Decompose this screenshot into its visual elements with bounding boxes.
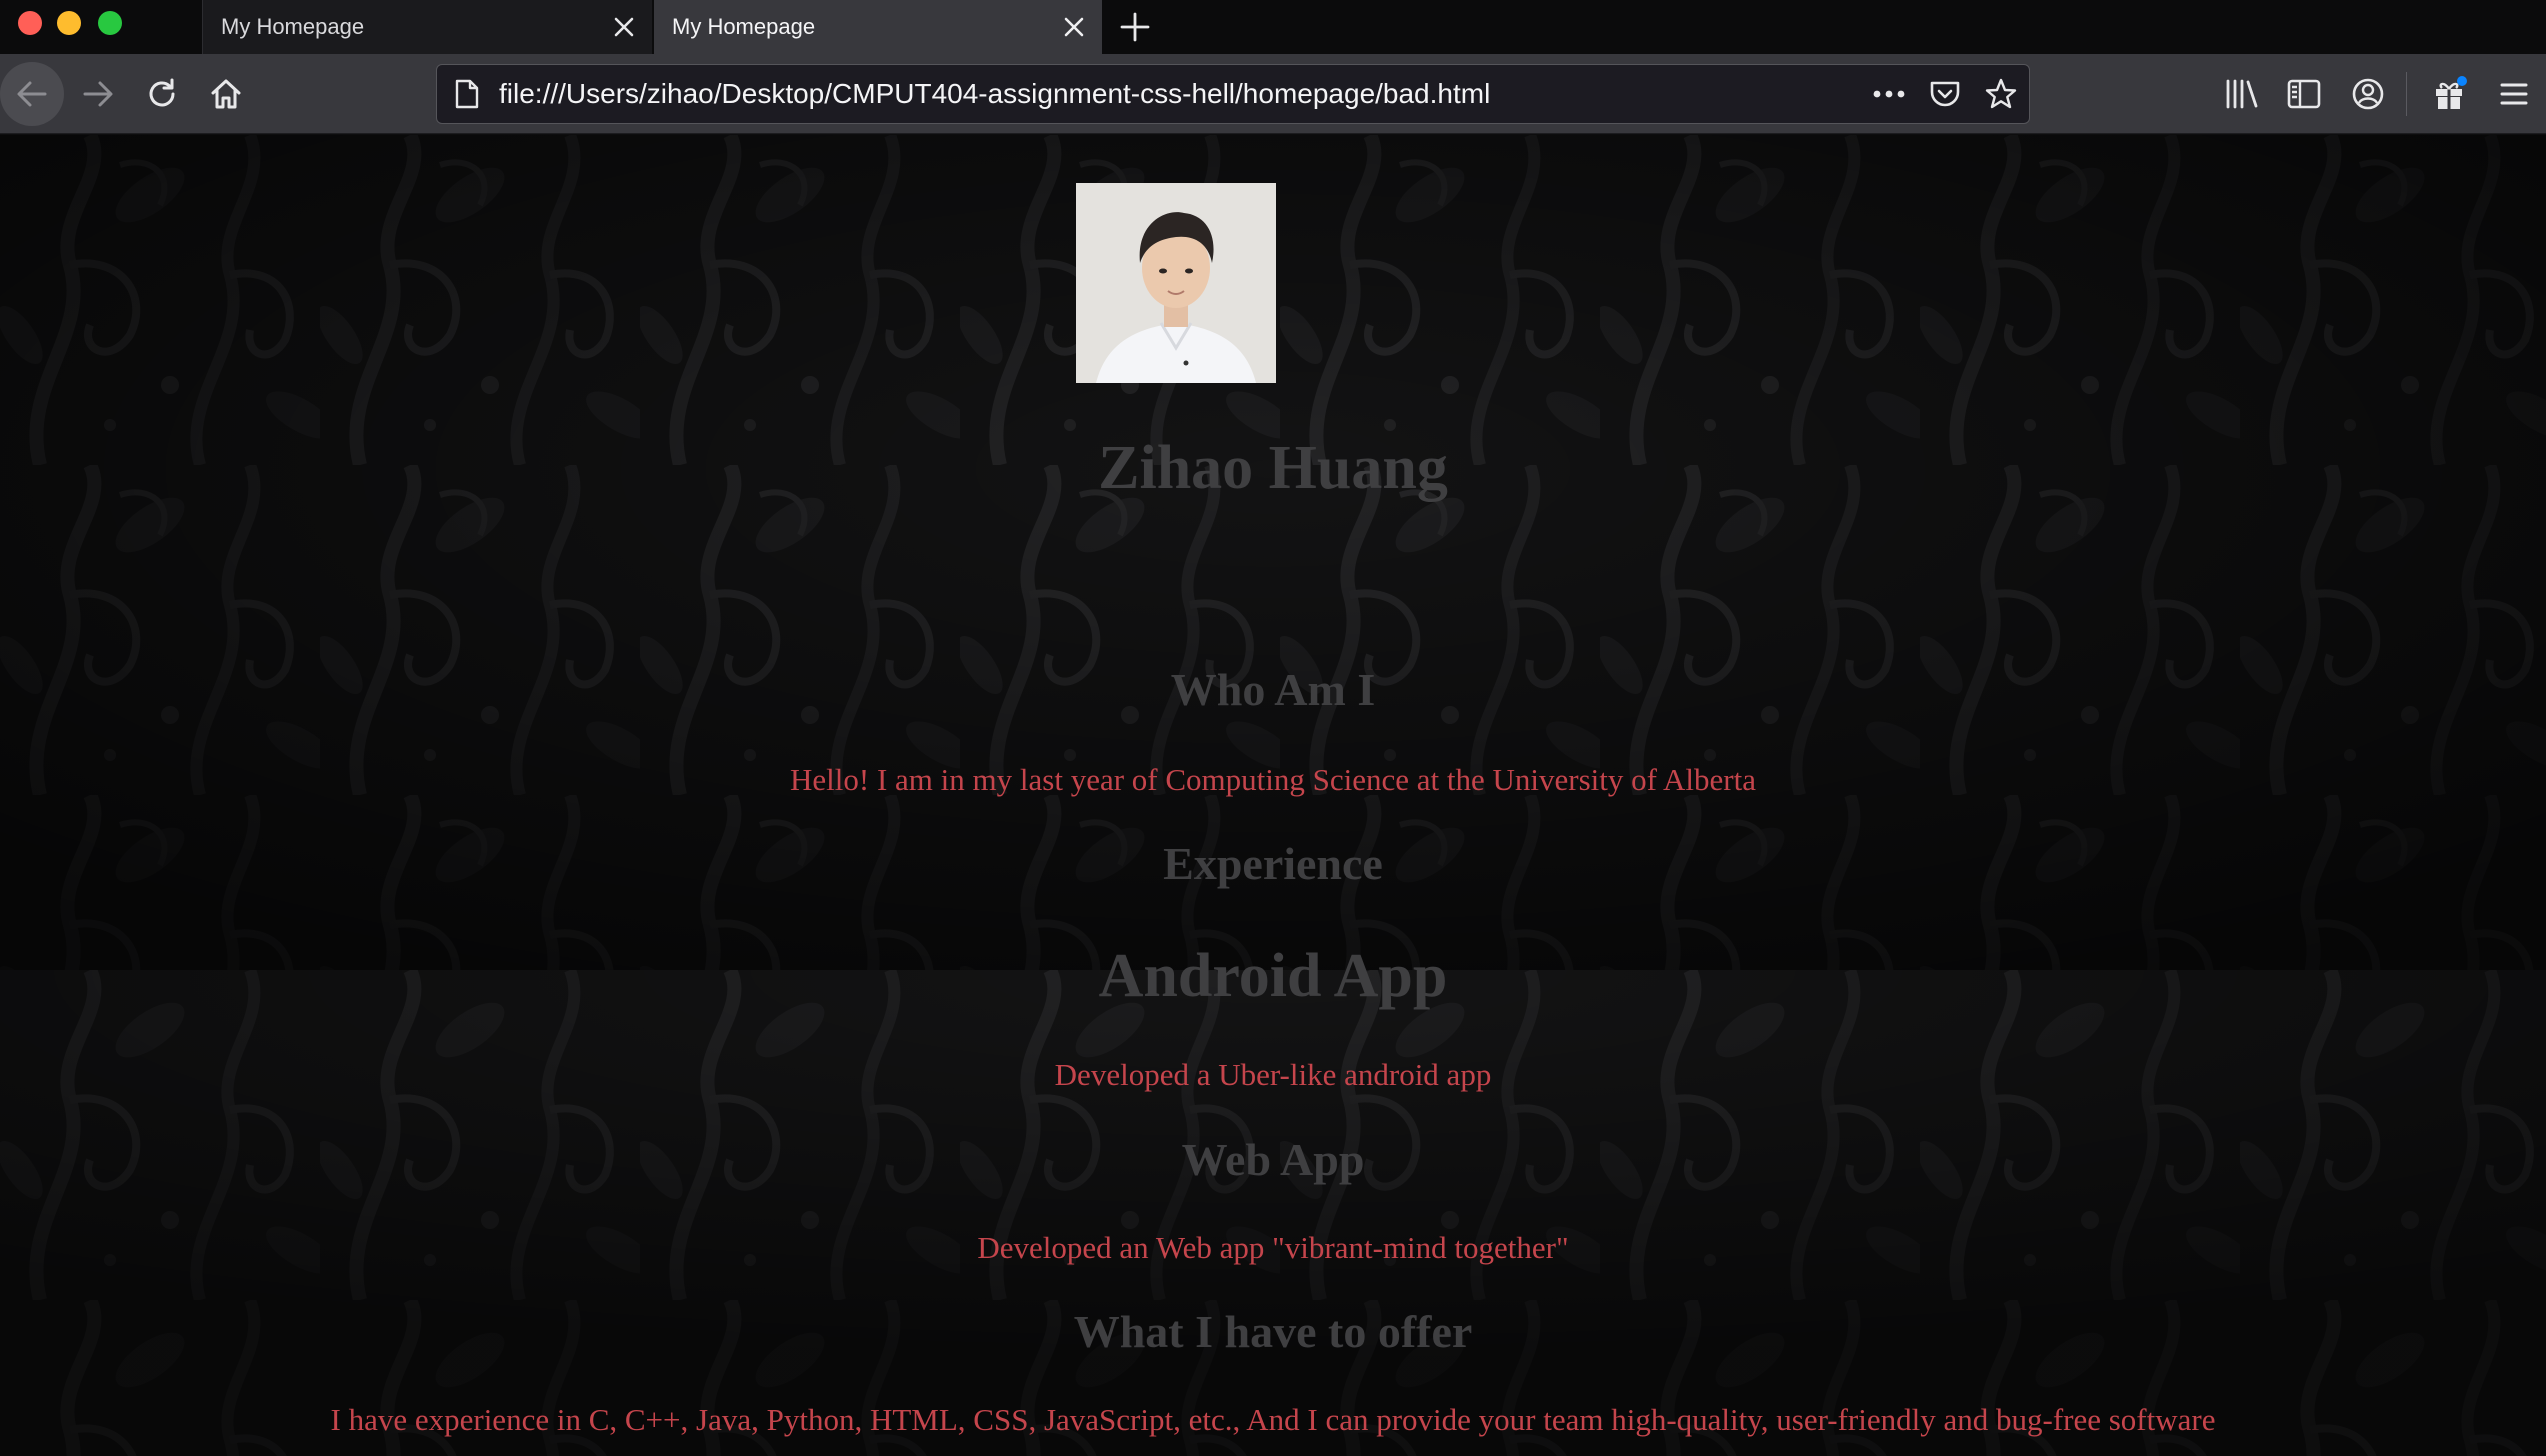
- pocket-icon[interactable]: [1917, 65, 1973, 123]
- star-icon[interactable]: [1973, 65, 2029, 123]
- hamburger-menu-icon[interactable]: [2486, 66, 2542, 122]
- address-bar[interactable]: file:///Users/zihao/Desktop/CMPUT404-ass…: [436, 64, 2030, 124]
- android-app-heading: Android App: [1098, 942, 1448, 1010]
- tab-active[interactable]: My Homepage: [654, 0, 1102, 54]
- gift-icon[interactable]: [2422, 66, 2478, 122]
- reload-button[interactable]: [130, 62, 194, 126]
- web-app-text: Developed an Web app "vibrant-mind toget…: [977, 1230, 1569, 1265]
- android-app-text: Developed a Uber-like android app: [1054, 1057, 1492, 1092]
- page-icon[interactable]: [437, 65, 497, 123]
- minimize-window-button[interactable]: [57, 11, 81, 35]
- close-icon[interactable]: [604, 7, 644, 47]
- back-button[interactable]: [0, 62, 64, 126]
- who-am-i-text: Hello! I am in my last year of Computing…: [790, 762, 1756, 797]
- offer-heading: What I have to offer: [1073, 1306, 1473, 1357]
- toolbar-separator: [2406, 72, 2407, 116]
- library-icon[interactable]: [2214, 66, 2270, 122]
- url-text[interactable]: file:///Users/zihao/Desktop/CMPUT404-ass…: [497, 78, 1861, 110]
- account-icon[interactable]: [2340, 66, 2396, 122]
- homepage: Zihao Huang Who Am I Hello! I am in my l…: [0, 135, 2546, 1456]
- zoom-window-button[interactable]: [98, 11, 122, 35]
- experience-heading: Experience: [1163, 838, 1383, 889]
- forward-button[interactable]: [66, 62, 130, 126]
- reload-icon: [149, 78, 175, 107]
- tab-inactive[interactable]: My Homepage: [202, 0, 652, 54]
- page-title: Zihao Huang: [1098, 434, 1448, 502]
- new-tab-button[interactable]: [1112, 4, 1158, 50]
- more-icon[interactable]: [1861, 65, 1917, 123]
- close-icon[interactable]: [1054, 7, 1094, 47]
- tab-title: My Homepage: [672, 14, 816, 39]
- profile-photo: [1076, 183, 1276, 383]
- home-button[interactable]: [194, 62, 258, 126]
- sidebar-icon[interactable]: [2276, 66, 2332, 122]
- tab-title: My Homepage: [221, 14, 365, 39]
- page-viewport[interactable]: Zihao Huang Who Am I Hello! I am in my l…: [0, 135, 2546, 1456]
- who-am-i-heading: Who Am I: [1170, 664, 1376, 715]
- close-window-button[interactable]: [18, 11, 42, 35]
- web-app-heading: Web App: [1181, 1134, 1365, 1185]
- navigation-toolbar: file:///Users/zihao/Desktop/CMPUT404-ass…: [0, 54, 2546, 134]
- forward-arrow-icon: [83, 81, 113, 107]
- home-icon: [211, 79, 241, 109]
- offer-text: I have experience in C, C++, Java, Pytho…: [330, 1402, 2216, 1437]
- back-arrow-icon: [17, 81, 47, 107]
- tab-bar: My Homepage My Homepage: [0, 0, 2546, 54]
